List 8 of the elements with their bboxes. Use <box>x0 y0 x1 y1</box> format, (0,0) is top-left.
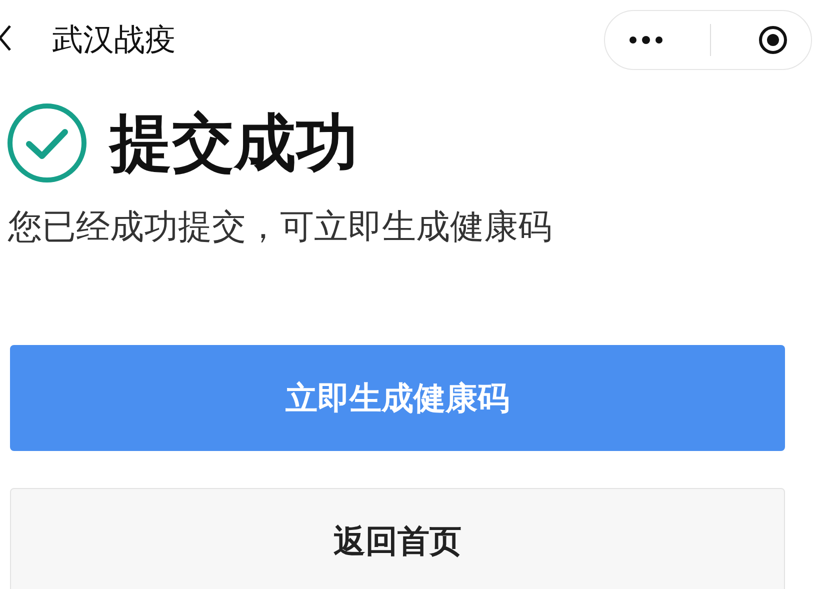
success-title: 提交成功 <box>110 112 358 174</box>
more-icon[interactable] <box>628 36 662 44</box>
success-message: 您已经成功提交，可立即生成健康码 <box>8 207 552 247</box>
home-button[interactable]: 返回首页 <box>10 488 785 589</box>
check-circle-icon <box>6 102 88 184</box>
back-icon[interactable] <box>0 24 12 52</box>
page-title: 武汉战疫 <box>52 20 176 60</box>
close-icon[interactable] <box>758 25 788 55</box>
